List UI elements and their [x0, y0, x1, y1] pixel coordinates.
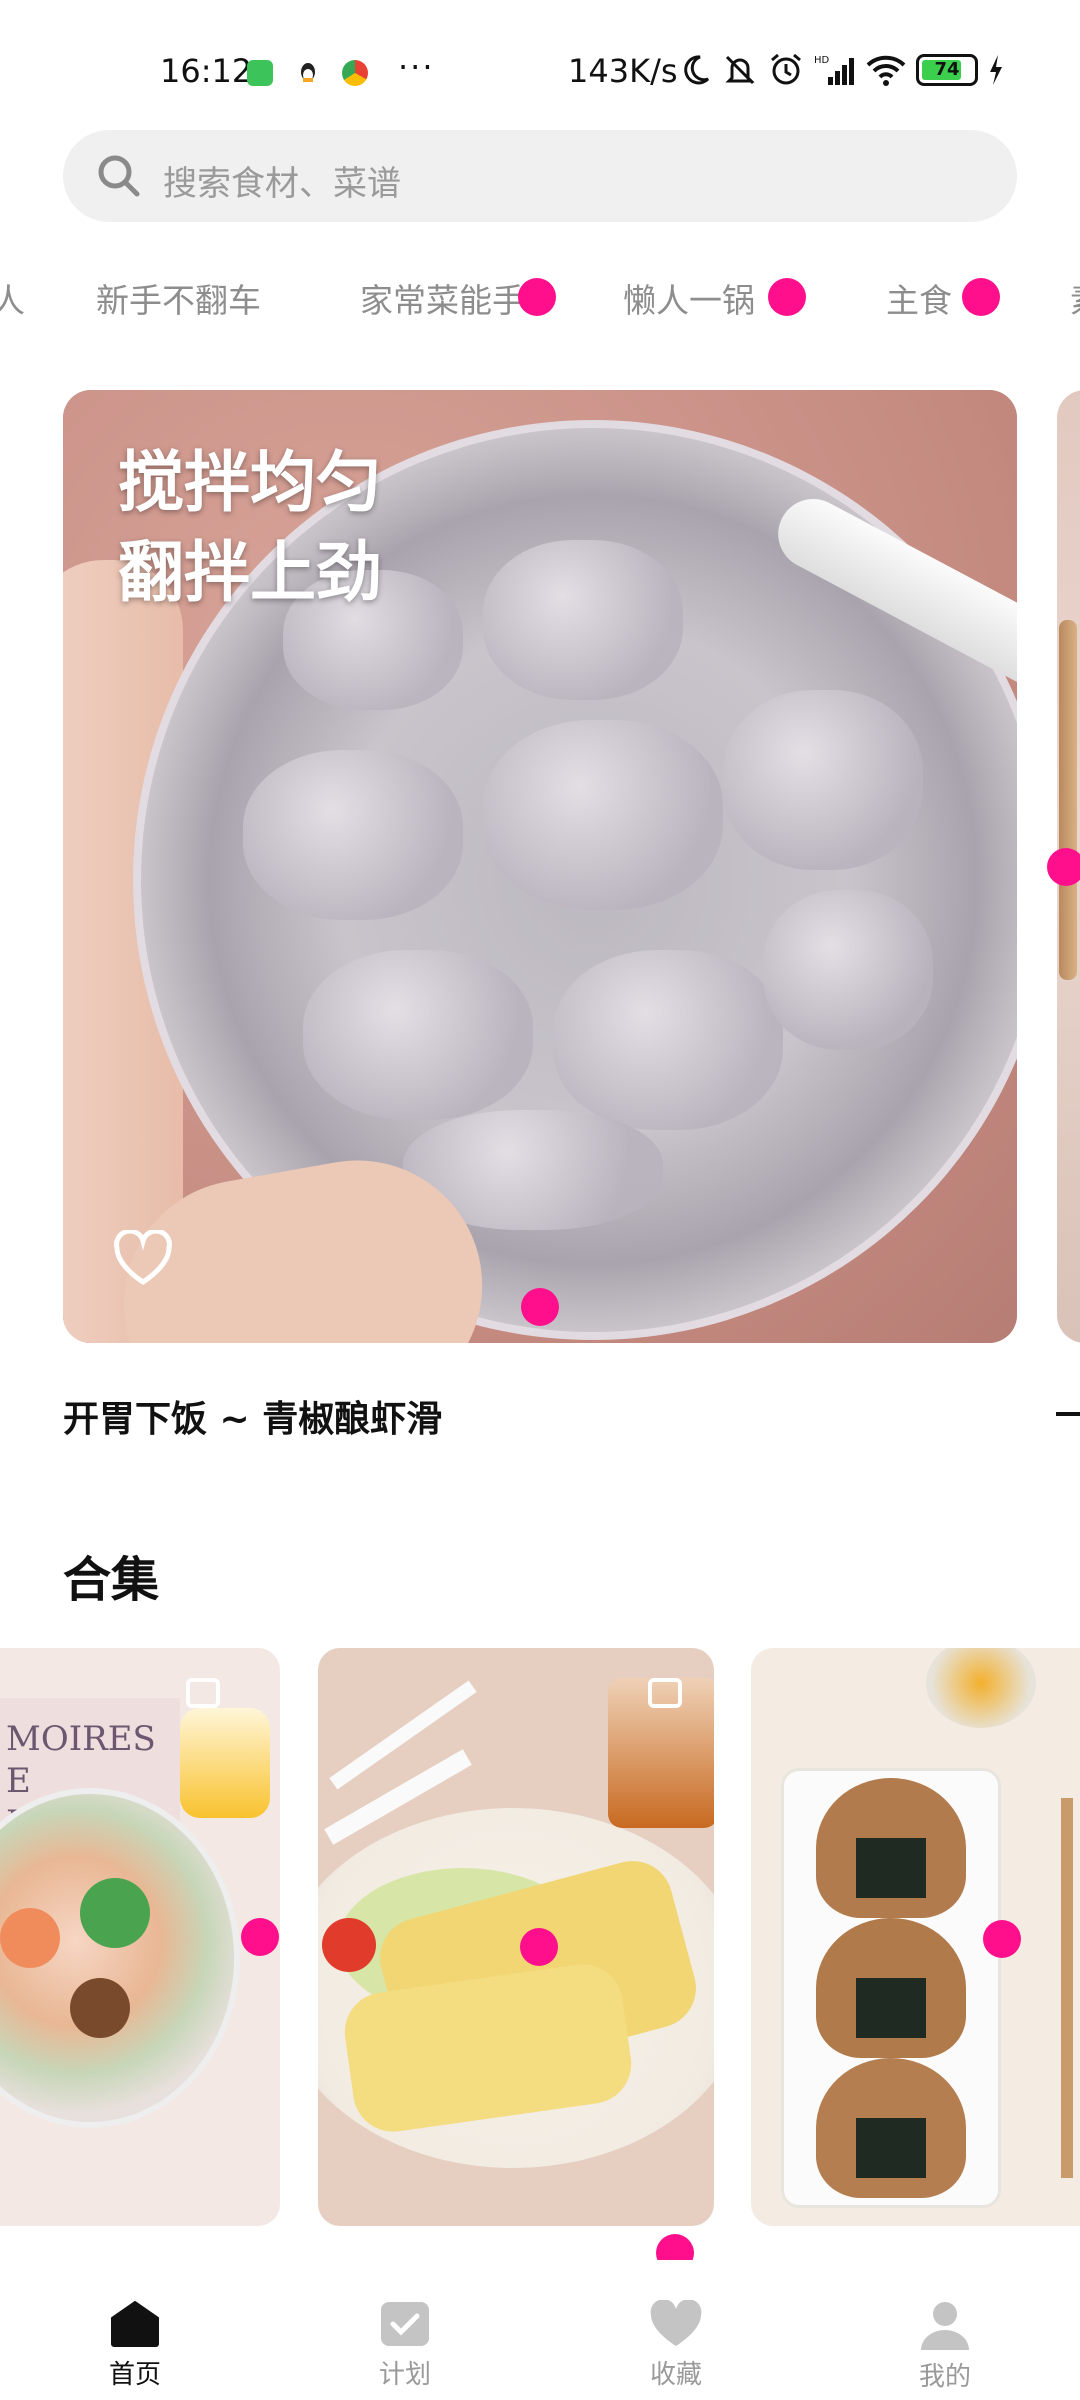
app-icon-green	[247, 60, 273, 86]
collections-title: 合集	[63, 1552, 160, 1608]
tab-one-pot[interactable]: 懒人一锅	[623, 274, 755, 322]
moon-icon	[684, 55, 710, 85]
mute-bell-icon	[725, 55, 755, 85]
battery-level: 74	[934, 59, 960, 80]
tab-beginner[interactable]: 新手不翻车	[96, 274, 261, 322]
tab-home-cooking[interactable]: 家常菜能手	[360, 274, 525, 322]
featured-recipe-title[interactable]: 开胃下饭 ~ 青椒酿虾滑	[63, 1390, 442, 1442]
chopsticks-image	[1061, 1798, 1073, 2178]
status-icons: HD 74	[678, 52, 1004, 88]
nav-home[interactable]: 首页	[75, 2300, 195, 2391]
nav-favorites[interactable]: 收藏	[616, 2300, 736, 2391]
tap-indicator	[521, 1288, 559, 1326]
heart-icon	[650, 2300, 702, 2346]
collection-icon	[648, 1678, 682, 1708]
video-caption: 搅拌均匀 翻拌上劲	[118, 444, 382, 611]
heart-outline-icon[interactable]	[113, 1230, 173, 1286]
network-speed: 143K/s	[568, 52, 678, 90]
tap-indicator	[962, 278, 1000, 316]
tap-indicator	[1047, 848, 1080, 886]
collection-icon	[186, 1678, 220, 1708]
nav-profile[interactable]: 我的	[885, 2300, 1005, 2393]
collection-card[interactable]: MOIRES E RIS	[0, 1648, 280, 2226]
wifi-icon	[866, 55, 906, 86]
chrome-icon	[342, 60, 368, 86]
status-time: 16:12	[160, 52, 253, 90]
collection-card[interactable]	[751, 1648, 1080, 2226]
nav-plan[interactable]: 计划	[345, 2300, 465, 2391]
more-notifications-icon: ···	[398, 48, 435, 86]
tap-indicator	[768, 278, 806, 316]
search-icon	[98, 155, 140, 197]
svg-text:HD: HD	[814, 55, 830, 66]
plan-check-icon	[381, 2302, 429, 2346]
featured-recipe-card[interactable]: 搅拌均匀 翻拌上劲	[63, 390, 1017, 1343]
bottom-navigation: 首页 计划 收藏 我的	[0, 2260, 1080, 2400]
category-tabs: 人 新手不翻车 家常菜能手 懒人一锅 主食 素	[0, 268, 1080, 332]
charging-icon	[990, 55, 1002, 85]
tap-indicator	[241, 1918, 279, 1956]
search-placeholder: 搜索食材、菜谱	[163, 164, 401, 204]
tap-indicator	[520, 1928, 558, 1966]
tab-partial-left[interactable]: 人	[0, 274, 25, 322]
alarm-icon	[771, 53, 801, 85]
home-icon	[111, 2301, 159, 2347]
collection-card[interactable]	[318, 1648, 714, 2226]
battery-icon: 74	[916, 54, 978, 86]
next-recipe-title	[1056, 1412, 1080, 1416]
tab-staple[interactable]: 主食	[886, 274, 952, 322]
hd-signal-icon: HD	[814, 55, 854, 85]
tap-indicator	[518, 278, 556, 316]
qq-icon	[295, 60, 321, 86]
status-bar: 16:12 ··· 143K/s HD 74	[0, 0, 1080, 150]
search-bar[interactable]: 搜索食材、菜谱	[63, 130, 1017, 222]
tab-partial-right[interactable]: 素	[1070, 274, 1080, 322]
tap-indicator	[983, 1920, 1021, 1958]
person-icon	[921, 2302, 969, 2350]
